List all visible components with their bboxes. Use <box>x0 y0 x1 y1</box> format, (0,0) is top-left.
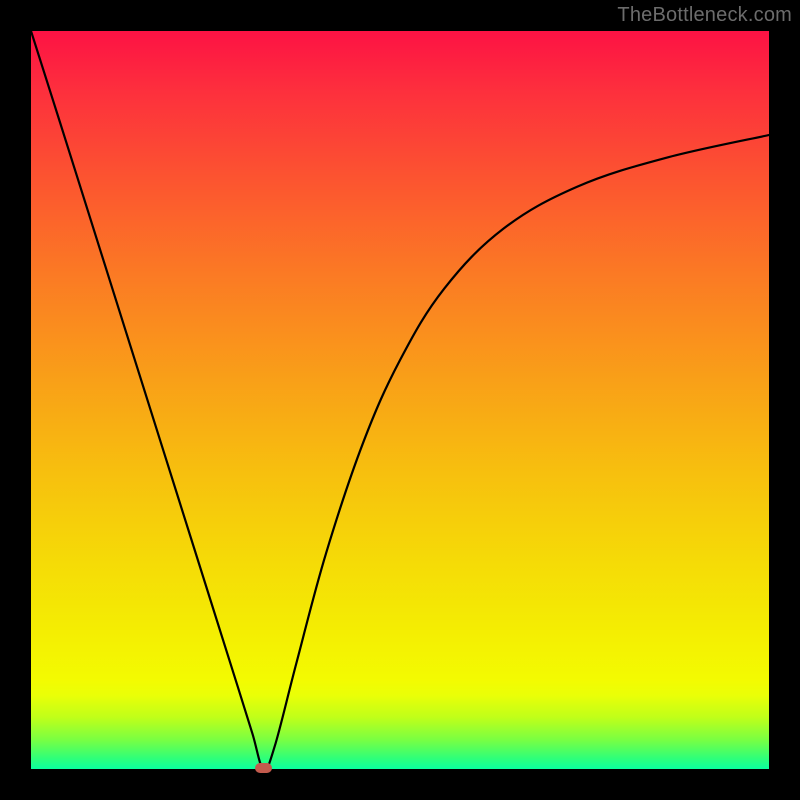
plot-area <box>31 31 769 769</box>
min-marker <box>255 763 272 773</box>
chart-frame: TheBottleneck.com <box>0 0 800 800</box>
bottleneck-curve <box>31 31 769 769</box>
watermark-text: TheBottleneck.com <box>617 4 792 27</box>
